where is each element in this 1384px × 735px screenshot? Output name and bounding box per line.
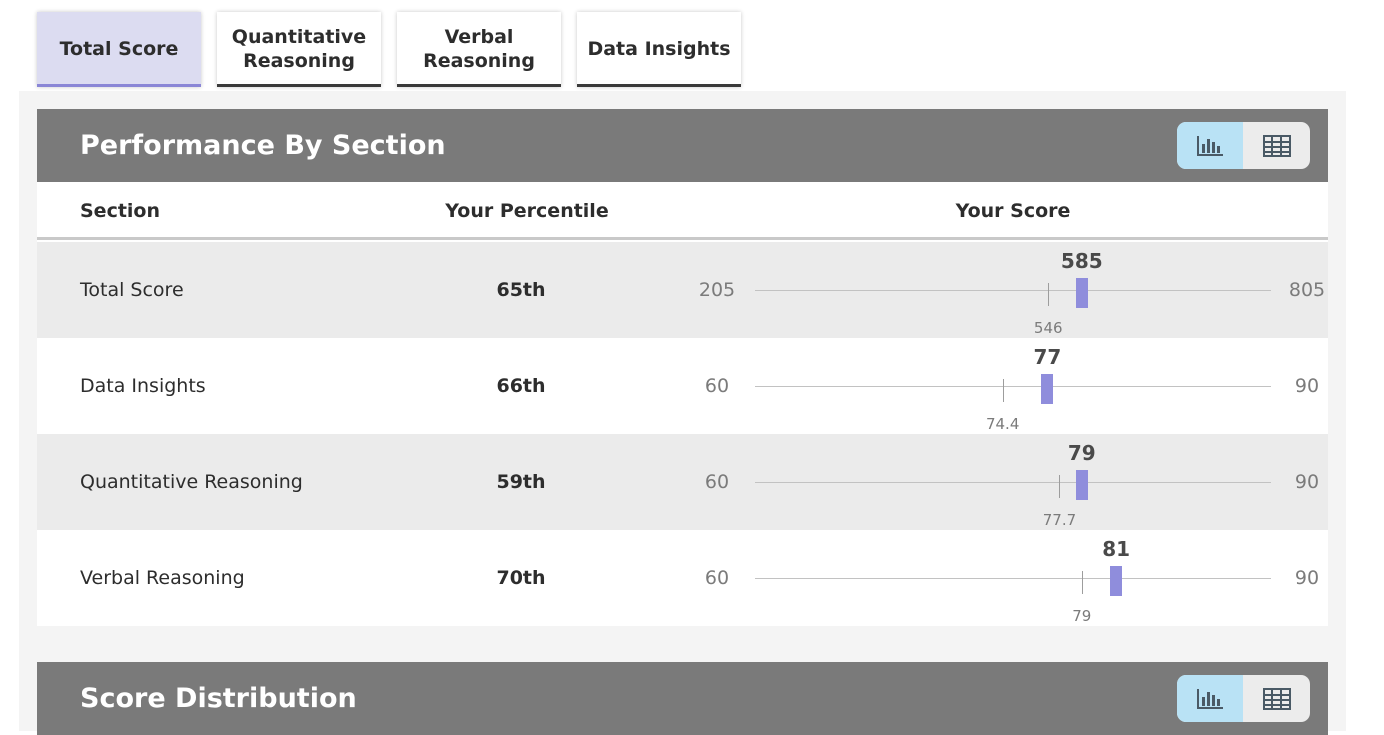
score-marker xyxy=(1075,470,1088,500)
performance-table: Section Your Percentile Your Score Total… xyxy=(37,182,1328,626)
tab-label-line1: Verbal xyxy=(444,26,514,48)
tab-total-score[interactable]: Total Score xyxy=(37,12,201,87)
section-name: Total Score xyxy=(80,279,184,301)
score-marker xyxy=(1041,374,1054,404)
percentile-value: 70th xyxy=(496,567,546,589)
chart-view-button[interactable] xyxy=(1177,122,1243,169)
table-row: Data Insights 66th 60 74.4 77 90 xyxy=(37,338,1328,434)
score-track: 74.4 77 xyxy=(755,345,1271,433)
section-name: Verbal Reasoning xyxy=(80,567,245,589)
column-header-percentile: Your Percentile xyxy=(445,200,609,222)
column-header-score: Your Score xyxy=(955,200,1071,222)
tab-data-insights[interactable]: Data Insights xyxy=(577,12,741,87)
tab-verbal-reasoning[interactable]: Verbal Reasoning xyxy=(397,12,561,87)
score-label: 81 xyxy=(1102,537,1131,561)
performance-title: Performance By Section xyxy=(80,130,446,161)
distribution-title: Score Distribution xyxy=(80,683,357,714)
score-track: 79 81 xyxy=(755,537,1271,625)
scale-max: 90 xyxy=(1294,471,1320,493)
table-header-row: Section Your Percentile Your Score xyxy=(37,182,1328,240)
average-label: 546 xyxy=(1033,319,1063,337)
table-grid-icon xyxy=(1263,134,1291,157)
distribution-header: Score Distribution xyxy=(37,662,1328,735)
section-name: Data Insights xyxy=(80,375,206,397)
chart-view-button[interactable] xyxy=(1177,675,1243,722)
distribution-view-toggle xyxy=(1177,675,1310,722)
percentile-value: 59th xyxy=(496,471,546,493)
section-name: Quantitative Reasoning xyxy=(80,471,303,493)
bar-chart-icon xyxy=(1197,688,1223,709)
tab-label-line1: Data Insights xyxy=(587,38,731,60)
percentile-value: 66th xyxy=(496,375,546,397)
score-track: 546 585 xyxy=(755,249,1271,337)
scale-max: 805 xyxy=(1288,279,1326,301)
tab-label-line2: Reasoning xyxy=(423,50,535,72)
average-tick xyxy=(1002,379,1004,402)
average-tick xyxy=(1048,283,1050,306)
performance-view-toggle xyxy=(1177,122,1310,169)
tab-quantitative-reasoning[interactable]: Quantitative Reasoning xyxy=(217,12,381,87)
tab-label-line1: Total Score xyxy=(59,38,179,60)
scale-max: 90 xyxy=(1294,567,1320,589)
average-label: 77.7 xyxy=(1042,511,1077,529)
performance-header: Performance By Section xyxy=(37,109,1328,182)
scale-max: 90 xyxy=(1294,375,1320,397)
table-view-button[interactable] xyxy=(1244,122,1310,169)
average-tick xyxy=(1059,475,1061,498)
scale-min: 60 xyxy=(704,375,730,397)
table-row: Verbal Reasoning 70th 60 79 81 90 xyxy=(37,530,1328,626)
scale-min: 205 xyxy=(698,279,736,301)
score-label: 77 xyxy=(1033,345,1062,369)
table-view-button[interactable] xyxy=(1244,675,1310,722)
score-label: 585 xyxy=(1060,249,1103,273)
average-tick xyxy=(1081,571,1083,594)
tab-label-line1: Quantitative xyxy=(231,26,367,48)
table-row: Quantitative Reasoning 59th 60 77.7 79 9… xyxy=(37,434,1328,530)
column-header-section: Section xyxy=(80,200,161,222)
tab-label-line2: Reasoning xyxy=(243,50,355,72)
score-label: 79 xyxy=(1067,441,1096,465)
table-grid-icon xyxy=(1263,687,1291,710)
scale-min: 60 xyxy=(704,567,730,589)
score-marker xyxy=(1075,278,1088,308)
score-track: 77.7 79 xyxy=(755,441,1271,529)
average-label: 74.4 xyxy=(985,415,1020,433)
percentile-value: 65th xyxy=(496,279,546,301)
table-row: Total Score 65th 205 546 585 805 xyxy=(37,242,1328,338)
average-label: 79 xyxy=(1072,607,1092,625)
scale-min: 60 xyxy=(704,471,730,493)
score-marker xyxy=(1110,566,1123,596)
bar-chart-icon xyxy=(1197,135,1223,156)
